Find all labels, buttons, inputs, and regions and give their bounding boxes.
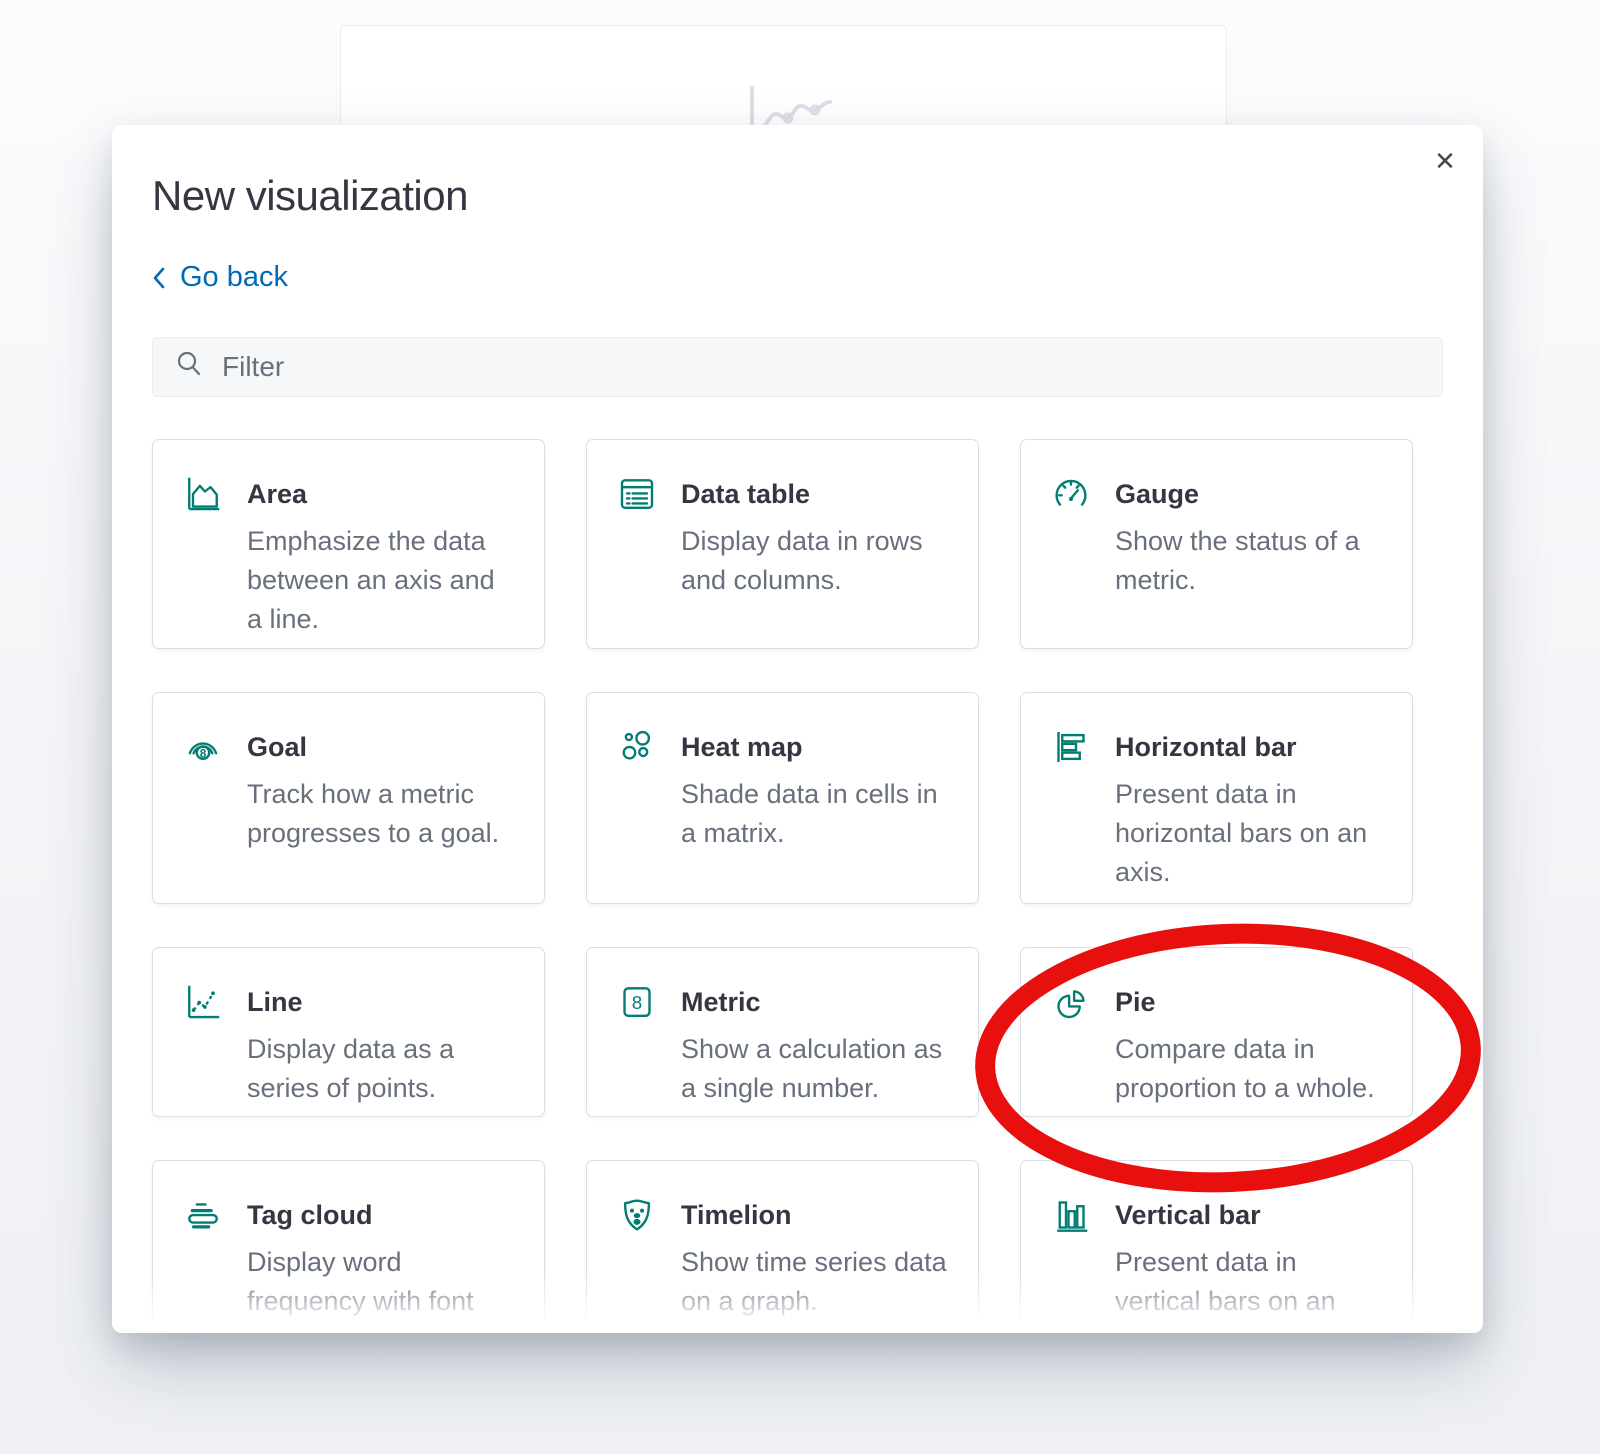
visualization-type-grid: Area Emphasize the data between an axis a… — [152, 439, 1443, 1334]
vertical-bar-icon — [1051, 1195, 1091, 1235]
area-chart-icon — [183, 474, 223, 514]
card-title: Horizontal bar — [1115, 727, 1297, 767]
data-table-icon — [617, 474, 657, 514]
card-title: Heat map — [681, 727, 803, 767]
card-title: Tag cloud — [247, 1195, 373, 1235]
filter-field — [152, 337, 1443, 397]
card-gauge[interactable]: Gauge Show the status of a metric. — [1020, 439, 1413, 649]
card-title: Gauge — [1115, 474, 1199, 514]
card-title: Pie — [1115, 982, 1156, 1022]
card-metric[interactable]: 8 Metric Show a calculation as a single nu… — [586, 947, 979, 1117]
card-data-table[interactable]: Data table Display data in rows and colum… — [586, 439, 979, 649]
search-icon — [174, 349, 204, 384]
card-description: Show the status of a metric. — [1115, 522, 1384, 600]
svg-text:8: 8 — [200, 746, 207, 760]
tag-cloud-icon — [183, 1195, 223, 1235]
card-description: Emphasize the data between an axis and a… — [247, 522, 516, 639]
card-line[interactable]: Line Display data as a series of points. — [152, 947, 545, 1117]
line-chart-icon — [183, 982, 223, 1022]
card-title: Metric — [681, 982, 761, 1022]
card-area[interactable]: Area Emphasize the data between an axis a… — [152, 439, 545, 649]
card-description: Display word frequency with font size. — [247, 1243, 516, 1334]
card-description: Compare data in proportion to a whole. — [1115, 1030, 1384, 1108]
filter-input[interactable] — [220, 350, 1421, 384]
card-title: Timelion — [681, 1195, 792, 1235]
card-title: Data table — [681, 474, 810, 514]
card-tag-cloud[interactable]: Tag cloud Display word frequency with fon… — [152, 1160, 545, 1334]
heat-map-icon — [617, 727, 657, 767]
svg-text:8: 8 — [632, 991, 642, 1012]
horizontal-bar-icon — [1051, 727, 1091, 767]
metric-icon: 8 — [617, 982, 657, 1022]
card-description: Shade data in cells in a matrix. — [681, 775, 950, 853]
card-horizontal-bar[interactable]: Horizontal bar Present data in horizontal… — [1020, 692, 1413, 904]
card-description: Present data in horizontal bars on an ax… — [1115, 775, 1384, 892]
card-heat-map[interactable]: Heat map Shade data in cells in a matrix. — [586, 692, 979, 904]
card-description: Display data in rows and columns. — [681, 522, 950, 600]
card-title: Area — [247, 474, 307, 514]
timelion-icon — [617, 1195, 657, 1235]
card-description: Display data as a series of points. — [247, 1030, 516, 1108]
page-background: { "modal": { "title": "New visualization… — [0, 0, 1600, 1454]
card-description: Show a calculation as a single number. — [681, 1030, 950, 1108]
card-goal[interactable]: 8 Goal Track how a metric progresses to a … — [152, 692, 545, 904]
new-visualization-modal: ✕ New visualization Go back AreaEmphasiz… — [112, 125, 1483, 1333]
modal-title: New visualization — [152, 171, 1443, 221]
go-back-link[interactable]: Go back — [152, 261, 288, 294]
card-description: Show time series data on a graph. — [681, 1243, 950, 1321]
gauge-icon — [1051, 474, 1091, 514]
go-back-label: Go back — [180, 261, 288, 294]
chevron-left-icon — [152, 266, 166, 290]
card-description: Track how a metric progresses to a goal. — [247, 775, 516, 853]
card-timelion[interactable]: Timelion Show time series data on a graph… — [586, 1160, 979, 1334]
card-pie[interactable]: Pie Compare data in proportion to a whole… — [1020, 947, 1413, 1117]
card-description: Present data in vertical bars on an axis… — [1115, 1243, 1384, 1334]
goal-icon: 8 — [183, 727, 223, 767]
pie-chart-icon — [1051, 982, 1091, 1022]
card-title: Line — [247, 982, 303, 1022]
card-vertical-bar[interactable]: Vertical bar Present data in vertical bar… — [1020, 1160, 1413, 1334]
card-title: Goal — [247, 727, 307, 767]
card-title: Vertical bar — [1115, 1195, 1261, 1235]
